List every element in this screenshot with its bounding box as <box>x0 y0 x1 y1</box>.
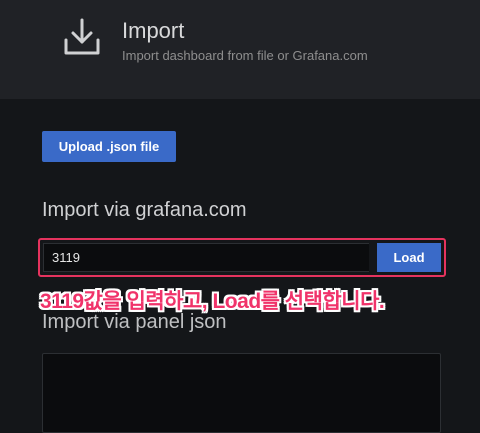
panel-json-textarea[interactable] <box>42 353 441 433</box>
page-title: Import <box>122 18 185 43</box>
instruction-annotation: 3119값을 입력하고, Load를 선택합니다. <box>40 290 385 313</box>
grafana-dashboard-id-input[interactable] <box>43 243 369 272</box>
load-button[interactable]: Load <box>377 243 441 272</box>
download-icon <box>61 16 103 58</box>
page-subtitle: Import dashboard from file or Grafana.co… <box>122 48 368 63</box>
grafana-import-title: Import via grafana.com <box>42 199 247 221</box>
page-header: Import Import dashboard from file or Gra… <box>0 0 480 99</box>
upload-json-button[interactable]: Upload .json file <box>42 131 176 162</box>
